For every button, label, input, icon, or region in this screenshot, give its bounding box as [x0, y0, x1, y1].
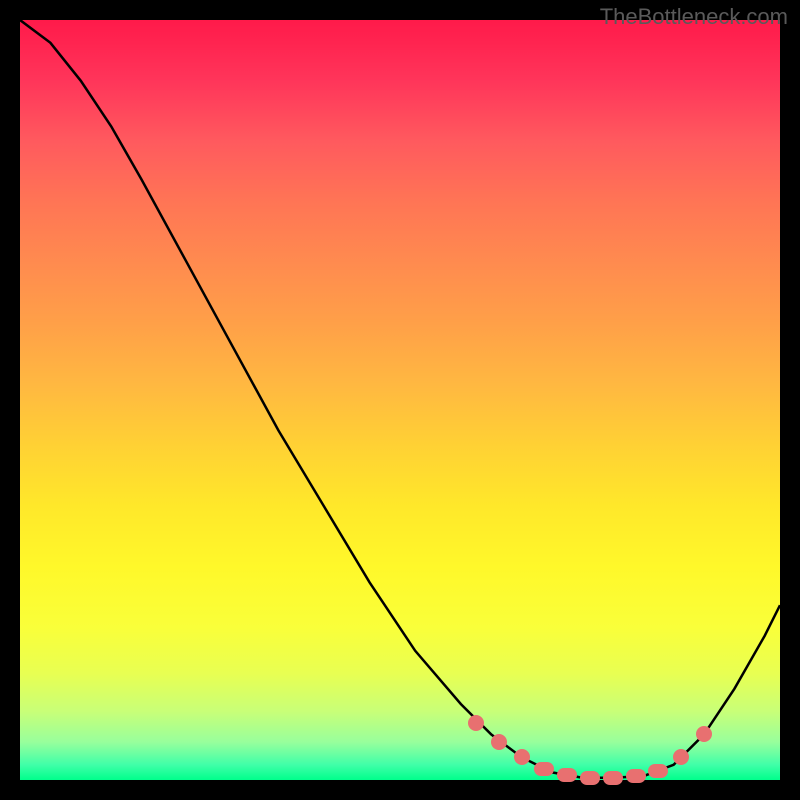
chart-marker: [580, 771, 600, 785]
attribution-text: TheBottleneck.com: [600, 4, 788, 30]
chart-marker: [491, 734, 507, 750]
chart-marker: [696, 726, 712, 742]
chart-curve: [20, 20, 780, 780]
chart-marker: [557, 768, 577, 782]
chart-marker: [514, 749, 530, 765]
chart-marker: [534, 762, 554, 776]
chart-marker: [648, 764, 668, 778]
chart-marker: [673, 749, 689, 765]
chart-marker: [626, 769, 646, 783]
chart-plot-area: [20, 20, 780, 780]
chart-marker: [468, 715, 484, 731]
chart-marker: [603, 771, 623, 785]
